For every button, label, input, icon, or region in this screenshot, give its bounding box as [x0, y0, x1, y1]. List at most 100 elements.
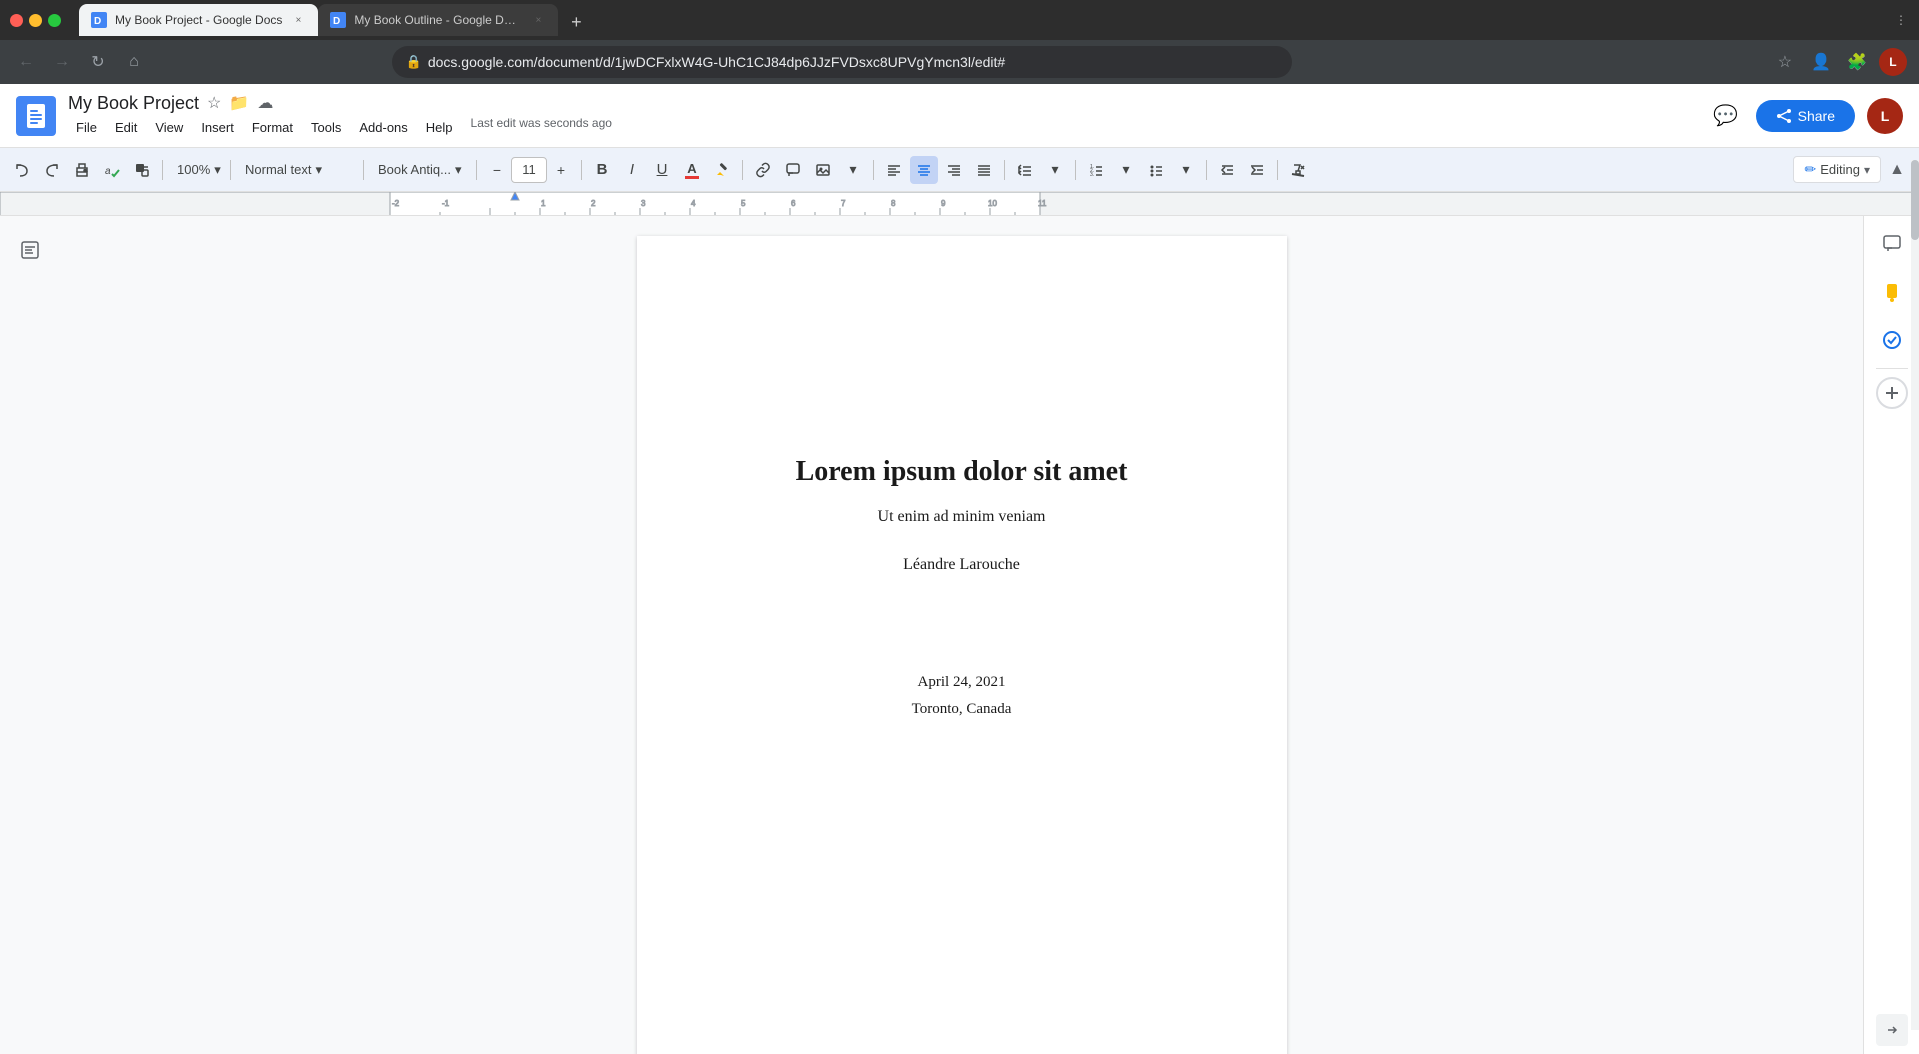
font-size-input[interactable] — [511, 157, 547, 183]
editing-mode-label: Editing — [1820, 162, 1860, 177]
home-button[interactable]: ⌂ — [120, 48, 148, 76]
docs-logo — [16, 96, 56, 136]
maximize-window-button[interactable] — [48, 14, 61, 27]
folder-icon[interactable]: 📁 — [229, 93, 249, 113]
line-spacing-button[interactable] — [1011, 156, 1039, 184]
menu-file[interactable]: File — [68, 116, 105, 139]
highlight-button[interactable] — [708, 156, 736, 184]
window-menu-icon[interactable]: ⋮ — [1893, 12, 1909, 28]
bulleted-list-button[interactable] — [1142, 156, 1170, 184]
print-button[interactable] — [68, 156, 96, 184]
menu-tools[interactable]: Tools — [303, 116, 349, 139]
tab-1-close[interactable]: × — [290, 12, 306, 28]
menu-edit[interactable]: Edit — [107, 116, 145, 139]
doc-date: April 24, 2021 — [918, 674, 1006, 691]
redo-button[interactable] — [38, 156, 66, 184]
tab-1-title: My Book Project - Google Docs — [115, 13, 282, 27]
last-edit-text: Last edit was seconds ago — [471, 116, 612, 139]
toolbar-sep-6 — [742, 160, 743, 180]
toolbar-sep-8 — [1004, 160, 1005, 180]
right-panel-sep — [1876, 368, 1908, 369]
align-left-button[interactable] — [880, 156, 908, 184]
comments-button[interactable]: 💬 — [1708, 98, 1744, 134]
menu-view[interactable]: View — [147, 116, 191, 139]
minimize-window-button[interactable] — [29, 14, 42, 27]
indent-increase-button[interactable] — [1243, 156, 1271, 184]
doc-page[interactable]: Lorem ipsum dolor sit amet Ut enim ad mi… — [637, 236, 1287, 1054]
font-dropdown[interactable]: Book Antiq... ▾ — [370, 156, 470, 184]
style-value: Normal text — [245, 162, 311, 177]
numbered-list-button[interactable]: 1. 2. 3. — [1082, 156, 1110, 184]
bookmark-button[interactable]: ☆ — [1771, 48, 1799, 76]
menu-format[interactable]: Format — [244, 116, 301, 139]
font-size-area: − + — [483, 156, 575, 184]
tab-2[interactable]: D My Book Outline - Google Doc... × — [318, 4, 558, 36]
add-panel-button[interactable] — [1876, 377, 1908, 409]
doc-author: Léandre Larouche — [903, 556, 1020, 574]
tab-2-close[interactable]: × — [530, 12, 546, 28]
undo-button[interactable] — [8, 156, 36, 184]
forward-button[interactable]: → — [48, 48, 76, 76]
svg-text:3: 3 — [641, 199, 646, 208]
back-button[interactable]: ← — [12, 48, 40, 76]
numbered-list-dropdown[interactable]: ▾ — [1112, 156, 1140, 184]
svg-text:11: 11 — [1038, 199, 1047, 208]
user-avatar[interactable]: L — [1879, 48, 1907, 76]
svg-text:3.: 3. — [1090, 172, 1094, 178]
tasks-button[interactable] — [1872, 320, 1912, 360]
star-icon[interactable]: ☆ — [207, 93, 221, 113]
new-tab-button[interactable]: + — [562, 8, 590, 36]
doc-subtitle: Ut enim ad minim veniam — [878, 508, 1046, 526]
bold-button[interactable]: B — [588, 156, 616, 184]
underline-button[interactable]: U — [648, 156, 676, 184]
extensions-icon[interactable]: 🧩 — [1843, 48, 1871, 76]
google-keep-button[interactable] — [1872, 272, 1912, 312]
reload-button[interactable]: ↻ — [84, 48, 112, 76]
menu-help[interactable]: Help — [418, 116, 461, 139]
zoom-dropdown[interactable]: 100% ▾ — [169, 156, 224, 184]
align-right-button[interactable] — [940, 156, 968, 184]
url-box[interactable]: 🔒 docs.google.com/document/d/1jwDCFxlxW4… — [392, 46, 1292, 78]
cloud-icon[interactable]: ☁ — [257, 93, 273, 113]
insert-comment-button[interactable] — [779, 156, 807, 184]
navigation-button[interactable] — [1876, 1014, 1908, 1046]
title-bar: D My Book Project - Google Docs × D My B… — [0, 0, 1919, 40]
insert-image-button[interactable] — [809, 156, 837, 184]
paint-format-button[interactable] — [128, 156, 156, 184]
insert-image-dropdown[interactable]: ▾ — [839, 156, 867, 184]
italic-button[interactable]: I — [618, 156, 646, 184]
svg-text:6: 6 — [791, 199, 796, 208]
menu-insert[interactable]: Insert — [193, 116, 242, 139]
doc-title-text: My Book Project — [68, 93, 199, 114]
comments-panel-button[interactable] — [1872, 224, 1912, 264]
docs-header: My Book Project ☆ 📁 ☁ File Edit View Ins… — [0, 84, 1919, 148]
font-size-increase-button[interactable]: + — [547, 156, 575, 184]
link-button[interactable] — [749, 156, 777, 184]
indent-decrease-button[interactable] — [1213, 156, 1241, 184]
user-profile-avatar[interactable]: L — [1867, 98, 1903, 134]
tab-1[interactable]: D My Book Project - Google Docs × — [79, 4, 318, 36]
profile-icon[interactable]: 👤 — [1807, 48, 1835, 76]
clear-formatting-button[interactable] — [1284, 156, 1312, 184]
docs-content-wrapper[interactable]: Lorem ipsum dolor sit amet Ut enim ad mi… — [60, 216, 1863, 1054]
spell-check-button[interactable]: a — [98, 156, 126, 184]
style-dropdown[interactable]: Normal text ▾ — [237, 156, 357, 184]
share-button[interactable]: Share — [1756, 100, 1855, 132]
bulleted-list-dropdown[interactable]: ▾ — [1172, 156, 1200, 184]
collapse-toolbar-button[interactable]: ▲ — [1883, 156, 1911, 184]
align-center-button[interactable] — [910, 156, 938, 184]
menu-addons[interactable]: Add-ons — [351, 116, 415, 139]
font-size-decrease-button[interactable]: − — [483, 156, 511, 184]
toolbar-sep-9 — [1075, 160, 1076, 180]
toolbar-sep-4 — [476, 160, 477, 180]
toolbar-sep-7 — [873, 160, 874, 180]
align-justify-button[interactable] — [970, 156, 998, 184]
text-color-button[interactable]: A — [678, 156, 706, 184]
scrollbar-thumb[interactable] — [1911, 216, 1919, 240]
editing-mode-selector[interactable]: ✏ Editing ▾ — [1793, 156, 1881, 183]
toolbar-sep-5 — [581, 160, 582, 180]
line-spacing-dropdown[interactable]: ▾ — [1041, 156, 1069, 184]
close-window-button[interactable] — [10, 14, 23, 27]
document-outline-button[interactable] — [16, 236, 44, 264]
svg-text:a: a — [105, 166, 111, 177]
